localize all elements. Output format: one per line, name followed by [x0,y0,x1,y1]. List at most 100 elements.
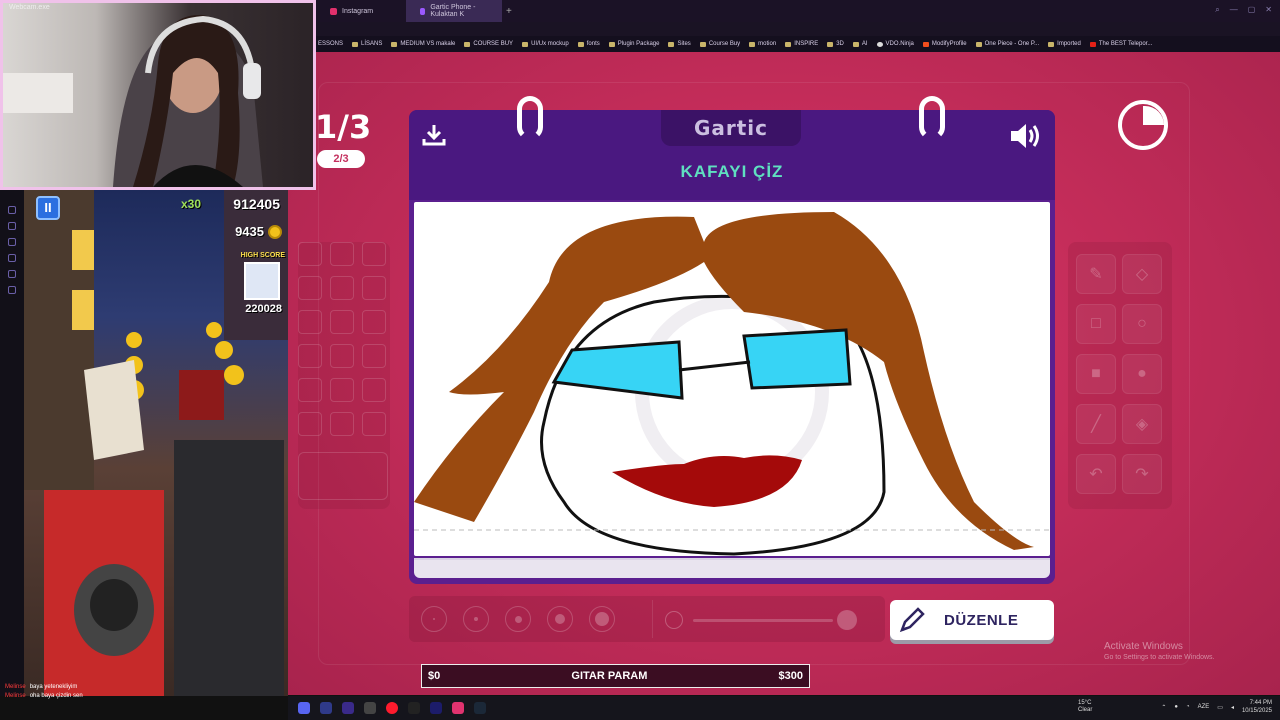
bookmark-item[interactable]: INSPIRE [785,41,818,47]
discord-icon[interactable] [298,702,310,714]
folder-icon [608,41,615,47]
obs-icon[interactable] [364,702,376,714]
slider-track[interactable] [693,619,833,622]
tab-label: Gartic Phone - Kulaktan K [430,4,476,18]
brush-size-1[interactable] [421,606,447,632]
bookmark-item[interactable]: The BEST Telepor... [1089,41,1152,47]
chat-text: oha baya çizdin sen [29,693,83,699]
bookmark-item[interactable]: ESSONS [318,41,343,47]
bookmark-item[interactable]: One Piece - One P... [975,41,1039,47]
bookmark-item[interactable]: motion [749,41,776,47]
tools-panel: ✎ ◇ □ ○ ■ ● ╱ ◈ ↶ ↷ [1068,242,1172,509]
undo-icon[interactable]: ↶ [1076,454,1116,494]
app-icon[interactable] [452,702,464,714]
maximize-icon[interactable]: ▢ [1248,5,1256,15]
donation-max: $300 [778,670,803,682]
download-icon[interactable] [421,122,447,148]
premiere-icon[interactable] [342,702,354,714]
bucket-icon[interactable]: ◈ [1122,404,1162,444]
bookmark-item[interactable]: Course Buy [699,41,740,47]
bookmark-item[interactable]: MEDIUM VS makale [391,41,455,47]
sidebar-icon[interactable] [8,286,16,294]
edit-button-label: DÜZENLE [944,611,1019,629]
bookmark-item[interactable]: Sites [668,41,691,47]
sidebar-icon[interactable] [8,270,16,278]
circle-outline-icon[interactable]: ○ [1122,304,1162,344]
eraser-icon[interactable]: ◇ [1122,254,1162,294]
bookmarks-bar: ESSONS LİSANS MEDIUM VS makale COURSE BU… [316,36,1280,52]
pause-button[interactable]: II [36,196,60,220]
rectangle-outline-icon[interactable]: □ [1076,304,1116,344]
score: 912405 [233,196,280,212]
chevron-up-icon[interactable]: ⌃ [1161,704,1166,711]
after-effects-icon[interactable] [320,702,332,714]
binder-ring [919,96,945,140]
bookmark-item[interactable]: COURSE BUY [464,41,513,47]
left-grid-panel [298,242,390,509]
volume-icon[interactable]: ◂ [1231,704,1234,711]
bookmark-item[interactable]: LİSANS [352,41,382,47]
sound-icon[interactable] [1009,122,1043,150]
bookmark-item[interactable]: fonts [577,41,600,47]
opera-icon[interactable] [386,702,398,714]
high-score-value: 220028 [245,303,282,315]
pencil-icon[interactable]: ✎ [1076,254,1116,294]
wifi-icon[interactable]: ◔ [1186,704,1190,710]
webcam-title: Webcam.exe [9,4,50,11]
microphone-icon[interactable]: ● [1174,704,1178,710]
drawing-notebook: Gartic KAFAYI ÇİZ [409,96,1055,584]
weather-widget[interactable]: 15°C Clear [1078,700,1092,714]
bookmark-item[interactable]: Plugin Package [608,41,659,47]
sidebar-icon[interactable] [8,238,16,246]
tab-instagram[interactable]: Instagram [316,0,406,22]
notebook-page-edge [414,558,1050,578]
folder-icon [577,41,584,47]
close-icon[interactable]: ✕ [1265,5,1272,15]
minimize-icon[interactable]: — [1230,5,1238,15]
browser-tab-bar: Instagram Gartic Phone - Kulaktan K + ⌕ … [316,0,1280,22]
bookmark-item[interactable]: UI/Ux mockup [522,41,569,47]
face-drawing [414,212,1050,556]
brush-size-5[interactable] [589,606,615,632]
system-tray: ⌃ ● ◔ AZE ▭ ◂ 7:44 PM 10/15/2025 [1161,699,1272,715]
drawing-canvas[interactable] [414,202,1050,556]
youtube-icon [1089,41,1096,47]
circle-fill-icon[interactable]: ● [1122,354,1162,394]
round-counter: 1/3 [315,108,372,146]
new-tab-button[interactable]: + [506,6,512,17]
bookmark-item[interactable]: ModifyProfile [922,41,967,47]
slider-knob[interactable] [837,610,857,630]
folder-icon [391,41,398,47]
bookmark-item[interactable]: VDO.Ninja [876,41,914,47]
rectangle-fill-icon[interactable]: ■ [1076,354,1116,394]
app-icon[interactable] [430,702,442,714]
language-indicator[interactable]: AZE [1198,704,1210,710]
brush-size-3[interactable] [505,606,531,632]
folder-icon [852,41,859,47]
redo-icon[interactable]: ↷ [1122,454,1162,494]
gartic-logo: Gartic [661,110,801,146]
score-multiplier: x30 [181,197,202,211]
app-icon[interactable] [408,702,420,714]
opacity-slider[interactable] [652,600,880,638]
sidebar-icon[interactable] [8,254,16,262]
taskbar-clock[interactable]: 7:44 PM 10/15/2025 [1242,699,1272,715]
sidebar-icon[interactable] [8,206,16,214]
steam-icon[interactable] [474,702,486,714]
bookmark-item[interactable]: 3D [827,41,844,47]
brush-size-2[interactable] [463,606,489,632]
bookmark-item[interactable]: Imported [1048,41,1081,47]
brush-size-4[interactable] [547,606,573,632]
edit-button[interactable]: DÜZENLE [890,600,1054,640]
tab-gartic-phone[interactable]: Gartic Phone - Kulaktan K [406,0,502,22]
binder-ring [517,96,543,140]
search-icon[interactable]: ⌕ [1215,5,1219,15]
line-icon[interactable]: ╱ [1076,404,1116,444]
folder-icon [975,41,982,47]
gartic-icon [420,7,426,15]
sidebar-icon[interactable] [8,222,16,230]
network-icon[interactable]: ▭ [1217,704,1223,711]
windows-taskbar: 15°C Clear ⌃ ● ◔ AZE ▭ ◂ 7:44 PM 10/15/2… [288,696,1280,720]
bookmark-item[interactable]: AI [852,41,868,47]
webcam-feed [3,3,313,188]
